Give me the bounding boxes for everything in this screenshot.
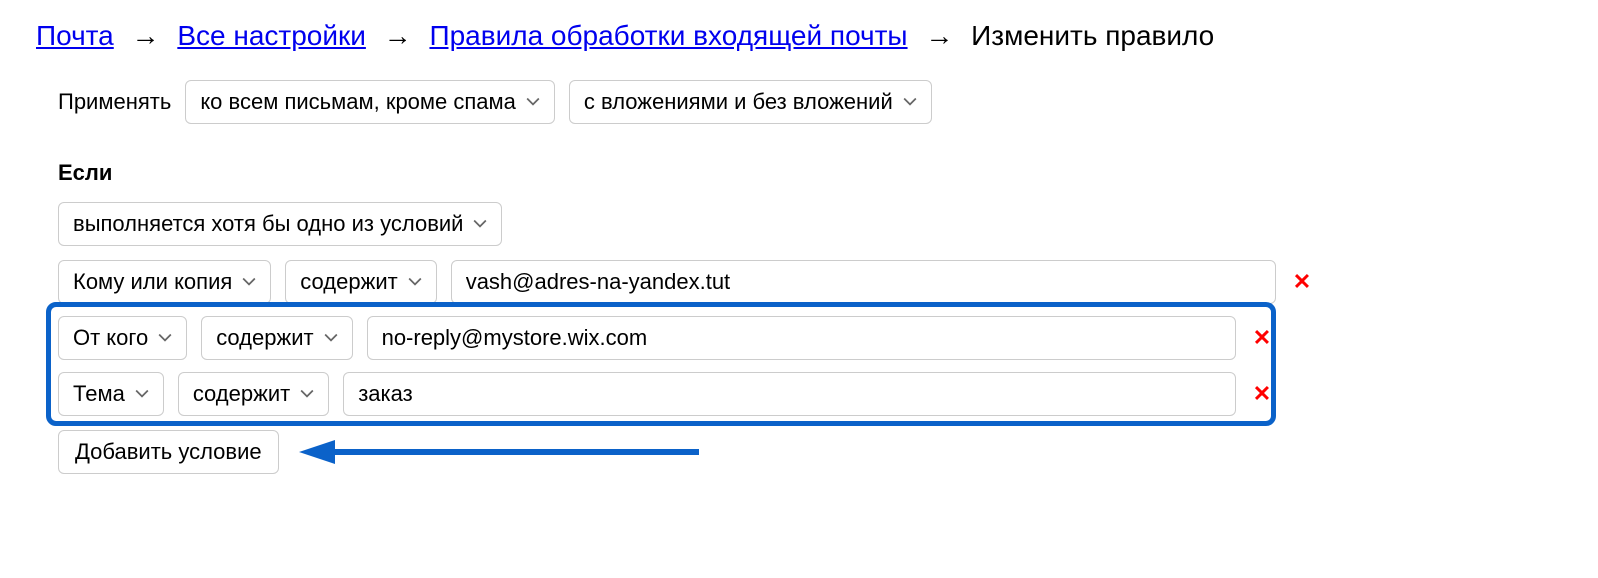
condition-field-selector[interactable]: От кого bbox=[58, 316, 187, 360]
condition-op-selector[interactable]: содержит bbox=[201, 316, 352, 360]
condition-op-value: содержит bbox=[300, 269, 397, 295]
condition-value-input[interactable] bbox=[343, 372, 1236, 416]
condition-field-value: От кого bbox=[73, 325, 148, 351]
chevron-down-icon bbox=[242, 275, 256, 289]
remove-condition-icon[interactable]: ✕ bbox=[1250, 381, 1274, 407]
condition-field-selector[interactable]: Тема bbox=[58, 372, 164, 416]
condition-value-input[interactable] bbox=[367, 316, 1236, 360]
condition-op-selector[interactable]: содержит bbox=[285, 260, 436, 304]
condition-row: Тема содержит ✕ bbox=[58, 366, 1274, 422]
breadcrumb-separator: → bbox=[132, 20, 160, 51]
condition-row: От кого содержит ✕ bbox=[58, 310, 1274, 366]
remove-condition-icon[interactable]: ✕ bbox=[1250, 325, 1274, 351]
attachment-selector-value: с вложениями и без вложений bbox=[584, 89, 893, 115]
condition-op-value: содержит bbox=[216, 325, 313, 351]
breadcrumb: Почта → Все настройки → Правила обработк… bbox=[36, 20, 1562, 52]
scope-selector[interactable]: ко всем письмам, кроме спама bbox=[185, 80, 555, 124]
chevron-down-icon bbox=[324, 331, 338, 345]
breadcrumb-current: Изменить правило bbox=[971, 20, 1214, 51]
breadcrumb-link-settings[interactable]: Все настройки bbox=[177, 20, 366, 51]
breadcrumb-separator: → bbox=[925, 20, 953, 51]
match-mode-selector[interactable]: выполняется хотя бы одно из условий bbox=[58, 202, 502, 246]
attachment-selector[interactable]: с вложениями и без вложений bbox=[569, 80, 932, 124]
chevron-down-icon bbox=[135, 387, 149, 401]
condition-value-input[interactable] bbox=[451, 260, 1276, 304]
if-label: Если bbox=[58, 160, 1562, 186]
breadcrumb-separator: → bbox=[384, 20, 412, 51]
add-condition-button[interactable]: Добавить условие bbox=[58, 430, 279, 474]
breadcrumb-link-rules[interactable]: Правила обработки входящей почты bbox=[429, 20, 907, 51]
condition-op-value: содержит bbox=[193, 381, 290, 407]
apply-label: Применять bbox=[58, 89, 171, 115]
chevron-down-icon bbox=[526, 95, 540, 109]
annotation-arrow-icon bbox=[299, 437, 699, 467]
remove-condition-icon[interactable]: ✕ bbox=[1290, 269, 1314, 295]
condition-field-selector[interactable]: Кому или копия bbox=[58, 260, 271, 304]
match-mode-value: выполняется хотя бы одно из условий bbox=[73, 211, 463, 237]
condition-row: Кому или копия содержит ✕ bbox=[58, 254, 1314, 310]
condition-field-value: Тема bbox=[73, 381, 125, 407]
apply-row: Применять ко всем письмам, кроме спама с… bbox=[58, 80, 1562, 124]
chevron-down-icon bbox=[408, 275, 422, 289]
condition-field-value: Кому или копия bbox=[73, 269, 232, 295]
scope-selector-value: ко всем письмам, кроме спама bbox=[200, 89, 516, 115]
condition-op-selector[interactable]: содержит bbox=[178, 372, 329, 416]
chevron-down-icon bbox=[300, 387, 314, 401]
chevron-down-icon bbox=[903, 95, 917, 109]
breadcrumb-link-mail[interactable]: Почта bbox=[36, 20, 114, 51]
chevron-down-icon bbox=[473, 217, 487, 231]
chevron-down-icon bbox=[158, 331, 172, 345]
